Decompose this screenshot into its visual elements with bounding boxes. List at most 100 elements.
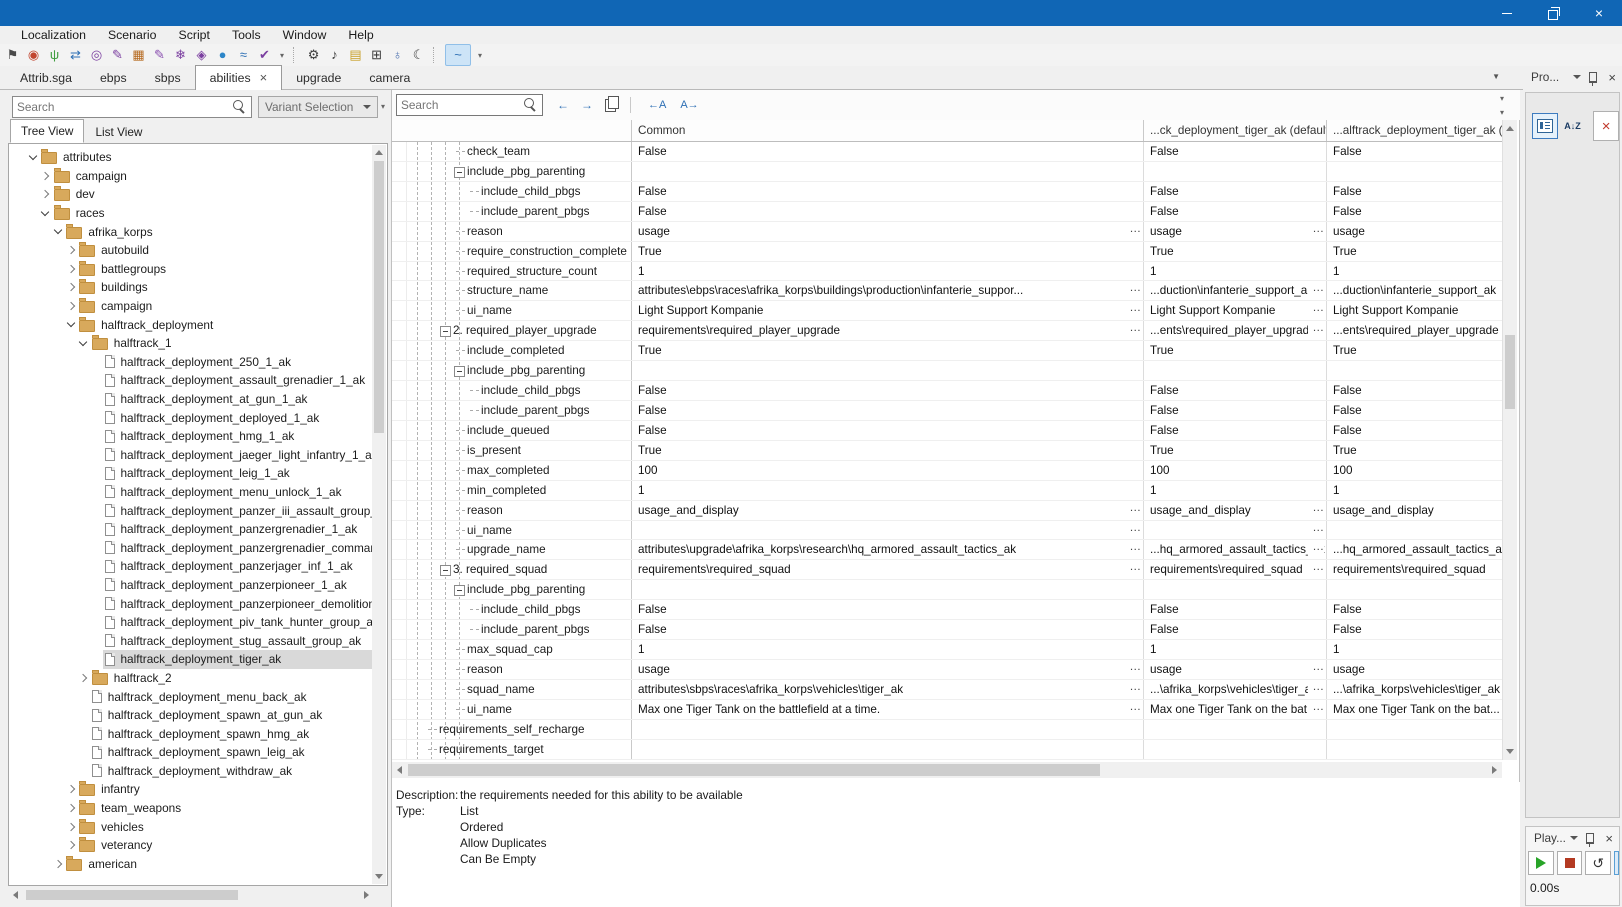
collapse-icon[interactable] (26, 151, 39, 161)
ellipsis-button[interactable]: … (1308, 520, 1324, 537)
value-cell[interactable]: True (1144, 241, 1327, 261)
tree-item[interactable]: vehicles (10, 817, 372, 836)
value-cell[interactable]: 1 (632, 261, 1144, 281)
value-cell[interactable]: False (1144, 420, 1327, 440)
value-cell[interactable]: ...duction\infanterie_support_ak (1327, 281, 1502, 300)
value-cell[interactable]: 1 (1144, 640, 1327, 659)
tree-item[interactable]: dev (10, 185, 372, 204)
grid-row[interactable]: min_completed 1 1 1 (392, 480, 1502, 501)
ellipsis-button[interactable]: … (1308, 699, 1324, 716)
tab-ebps[interactable]: ebps (86, 67, 141, 89)
property-name-cell[interactable] (407, 301, 632, 321)
search-previous-button[interactable]: ← (551, 98, 575, 112)
grid-row[interactable]: is_present True True True (392, 440, 1502, 461)
tree-item[interactable]: halftrack_deployment_deployed_1_ak (10, 408, 372, 427)
value-cell[interactable]: False (1327, 600, 1502, 619)
value-cell[interactable] (632, 161, 1144, 181)
grid-row[interactable]: squad_name attributes\sbps\races\afrika_k… (392, 679, 1502, 700)
tree-item[interactable]: halftrack_deployment_spawn_at_gun_ak (10, 706, 372, 725)
grid-row[interactable]: ui_name Light Support Kompanie… Light Supp… (392, 301, 1502, 322)
tree-item[interactable]: halftrack_deployment_panzer_iii_assault_… (10, 501, 372, 520)
value-cell[interactable]: 1 (1327, 640, 1502, 659)
color-wheel-icon[interactable]: ◉ (23, 45, 44, 65)
pencil-icon[interactable]: ✎ (149, 45, 170, 65)
value-cell[interactable] (1144, 161, 1327, 181)
scroll-down-icon[interactable] (1506, 749, 1514, 754)
value-cell[interactable]: True (632, 440, 1144, 460)
collapse-icon[interactable] (39, 207, 52, 216)
menu-help[interactable]: Help (337, 28, 384, 42)
scroll-up-icon[interactable] (1506, 126, 1514, 131)
ellipsis-button[interactable]: … (1125, 520, 1141, 537)
tree-item[interactable]: halftrack_deployment_menu_back_ak (10, 687, 372, 706)
scroll-up-icon[interactable] (375, 150, 383, 155)
tree-item[interactable]: halftrack_deployment_panzerpioneer_demol… (10, 594, 372, 613)
value-cell[interactable]: usage (1327, 222, 1502, 241)
column-header-0[interactable]: Common (632, 120, 1144, 141)
value-cell[interactable]: 1 (632, 640, 1144, 659)
value-cell[interactable]: Max one Tiger Tank on the bat... (1327, 700, 1502, 719)
tree-item[interactable]: team_weapons (10, 799, 372, 818)
property-name-cell[interactable] (407, 699, 632, 719)
grid-row[interactable]: max_squad_cap 1 1 1 (392, 640, 1502, 660)
tree-horizontal-scrollbar[interactable] (8, 888, 374, 902)
value-cell[interactable]: usage (1327, 660, 1502, 679)
value-cell[interactable]: 100 (1327, 461, 1502, 480)
ellipsis-button[interactable]: … (1308, 679, 1324, 696)
value-cell[interactable]: 1 (1327, 262, 1502, 281)
value-cell[interactable]: False (1327, 202, 1502, 221)
speaker-icon[interactable]: ♪ (324, 45, 345, 65)
expand-icon[interactable] (64, 264, 77, 274)
grid-row[interactable]: 2. required_player_upgrade requirements\r… (392, 321, 1502, 342)
tree-item[interactable]: halftrack_deployment_piv_tank_hunter_gro… (10, 613, 372, 632)
tree-item[interactable]: infantry (10, 780, 372, 799)
expand-icon[interactable] (64, 822, 77, 831)
grid-horizontal-scrollbar[interactable] (392, 762, 1502, 778)
value-cell[interactable]: False (632, 620, 1144, 640)
image-icon[interactable]: ▤ (345, 45, 366, 65)
grid-row[interactable]: upgrade_name attributes\upgrade\afrika_ko… (392, 540, 1502, 561)
ellipsis-button[interactable]: … (1125, 699, 1141, 716)
value-cell[interactable]: False (1144, 600, 1327, 620)
grid-row[interactable]: ui_name Max one Tiger Tank on the battlef… (392, 699, 1502, 720)
collapse-toggle-icon[interactable] (454, 166, 465, 178)
grid-row[interactable]: include_parent_pbgs False False False (392, 201, 1502, 222)
tree-item[interactable]: halftrack_2 (10, 669, 372, 688)
value-cell[interactable] (632, 361, 1144, 381)
property-name-cell[interactable] (407, 500, 632, 520)
tree-item[interactable]: halftrack_deployment_250_1_ak (10, 353, 372, 372)
grass-icon[interactable]: ψ (44, 45, 65, 65)
expand-icon[interactable] (64, 785, 77, 794)
collapse-toggle-icon[interactable] (454, 585, 465, 597)
value-cell[interactable]: True (1327, 242, 1502, 261)
value-cell[interactable]: ...\afrika_korps\vehicles\tiger_ak… (1144, 679, 1327, 699)
tree-vertical-scrollbar[interactable] (372, 145, 386, 884)
expand-icon[interactable] (64, 301, 77, 311)
expand-icon[interactable] (39, 171, 52, 181)
value-cell[interactable]: True (1144, 440, 1327, 460)
value-cell[interactable]: 100 (1144, 460, 1327, 480)
value-cell[interactable]: False (632, 400, 1144, 420)
restore-button[interactable] (1530, 0, 1576, 26)
collapse-toggle-icon[interactable] (454, 366, 465, 378)
collapse-toggle-icon[interactable] (440, 565, 451, 577)
grid-row[interactable]: ui_name…… (392, 520, 1502, 541)
value-cell[interactable]: ...duction\infanterie_support_ak… (1144, 281, 1327, 301)
value-cell[interactable]: requirements\required_squad… (632, 560, 1144, 580)
expand-icon[interactable] (64, 841, 77, 850)
grid-row[interactable]: include_pbg_parenting (392, 580, 1502, 601)
tree-item[interactable]: races (10, 204, 372, 223)
tree-item[interactable]: autobuild (10, 241, 372, 260)
next-difference-button[interactable]: A→ (673, 99, 705, 111)
value-cell[interactable]: requirements\required_player_upgrade… (632, 321, 1144, 341)
close-button[interactable]: × (1576, 0, 1622, 26)
value-cell[interactable] (632, 580, 1144, 600)
value-cell[interactable]: requirements\required_squad… (1144, 560, 1327, 580)
scroll-right-icon[interactable] (1492, 766, 1497, 774)
ellipsis-button[interactable]: … (1125, 659, 1141, 676)
expand-icon[interactable] (77, 673, 90, 683)
value-cell[interactable] (632, 719, 1144, 739)
tab-camera[interactable]: camera (355, 67, 424, 89)
grid-row[interactable]: include_parent_pbgs False False False (392, 620, 1502, 641)
collapse-icon[interactable] (51, 225, 64, 235)
